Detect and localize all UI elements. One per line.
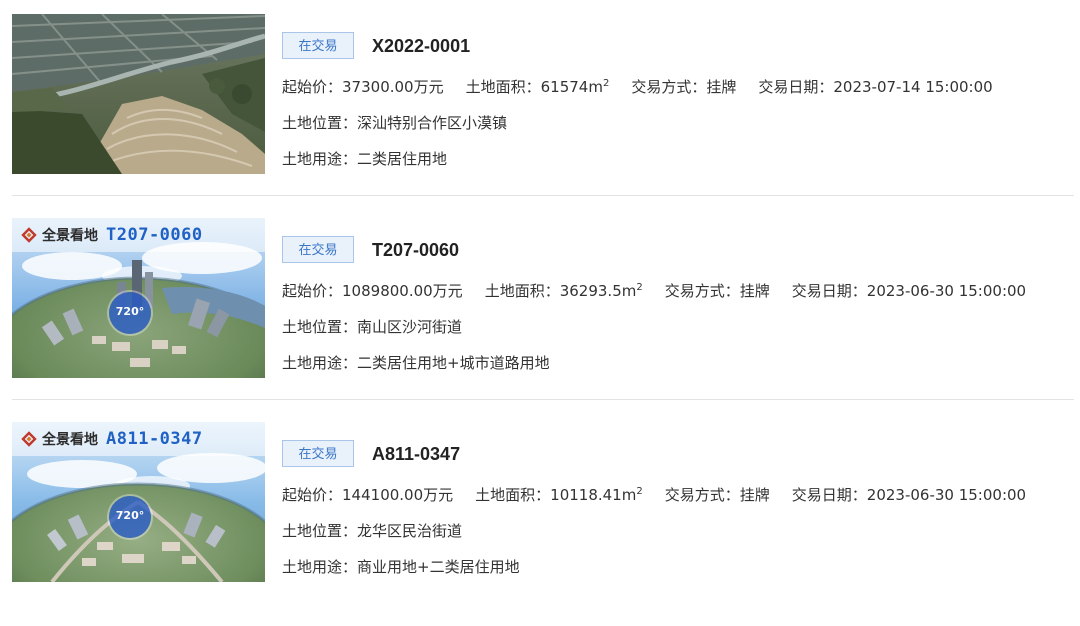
land-location-value: 南山区沙河街道 — [357, 318, 463, 336]
start-price-field: 起始价：1089800.00万元 — [282, 282, 463, 300]
land-location-row: 土地位置：龙华区民治街道 — [282, 522, 463, 540]
land-location-row: 土地位置：深汕特别合作区小漠镇 — [282, 114, 508, 132]
panorama-logo-icon — [21, 431, 37, 447]
panorama-brand: 全景看地 A811-0347 — [20, 428, 203, 450]
status-badge: 在交易 — [282, 32, 354, 59]
land-usage-row: 土地用途：二类居住用地 — [282, 150, 448, 168]
start-price-field: 起始价：37300.00万元 — [282, 78, 444, 96]
land-thumbnail[interactable]: 全景看地 A811-0347 720° — [12, 422, 265, 582]
land-thumbnail[interactable]: 全景看地 T207-0060 720° — [12, 218, 265, 378]
panorama-code: T207-0060 — [106, 225, 203, 245]
listing-meta-row: 起始价：144100.00万元 土地面积：10118.41m2 交易方式：挂牌 交易日… — [282, 484, 1026, 506]
trade-mode-field: 交易方式：挂牌 — [664, 486, 770, 504]
listing-meta-row: 起始价：1089800.00万元 土地面积：36293.5m2 交易方式：挂牌 交易日… — [282, 280, 1026, 302]
land-listing-t207-0060: 全景看地 T207-0060 720° 在交易 T207-0060 起始价：10… — [12, 218, 1074, 422]
land-area-field: 土地面积：61574m2 — [465, 78, 610, 96]
land-thumbnail[interactable] — [12, 14, 265, 174]
land-location-value: 龙华区民治街道 — [357, 522, 463, 540]
panorama-logo-icon — [21, 227, 37, 243]
trade-mode-field: 交易方式：挂牌 — [631, 78, 737, 96]
trade-mode-field: 交易方式：挂牌 — [664, 282, 770, 300]
land-location-row: 土地位置：南山区沙河街道 — [282, 318, 463, 336]
trade-date-field: 交易日期：2023-06-30 15:00:00 — [791, 282, 1027, 300]
land-usage-value: 二类居住用地 — [357, 150, 448, 168]
land-usage-row: 土地用途：商业用地+二类居住用地 — [282, 558, 520, 576]
land-area-field: 土地面积：10118.41m2 — [475, 486, 643, 504]
listing-meta-row: 起始价：37300.00万元 土地面积：61574m2 交易方式：挂牌 交易日期：20… — [282, 76, 993, 98]
panorama-720-icon[interactable]: 720° — [109, 292, 151, 334]
land-code-link[interactable]: X2022-0001 — [372, 33, 470, 60]
land-usage-row: 土地用途：二类居住用地+城市道路用地 — [282, 354, 550, 372]
land-listing-a811-0347: 全景看地 A811-0347 720° 在交易 A811-0347 起始价：14… — [12, 422, 1074, 626]
start-price-field: 起始价：144100.00万元 — [282, 486, 454, 504]
panorama-code: A811-0347 — [106, 429, 203, 449]
land-code-link[interactable]: T207-0060 — [372, 237, 459, 264]
trade-date-field: 交易日期：2023-07-14 15:00:00 — [758, 78, 993, 96]
land-listing-x2022-0001: 在交易 X2022-0001 起始价：37300.00万元 土地面积：61574m… — [12, 14, 1074, 218]
land-code-link[interactable]: A811-0347 — [372, 441, 460, 468]
trade-date-field: 交易日期：2023-06-30 15:00:00 — [791, 486, 1027, 504]
status-badge: 在交易 — [282, 440, 354, 467]
panorama-brand: 全景看地 T207-0060 — [20, 224, 203, 246]
land-usage-value: 二类居住用地+城市道路用地 — [357, 354, 550, 372]
land-location-value: 深汕特别合作区小漠镇 — [357, 114, 508, 132]
land-area-field: 土地面积：36293.5m2 — [484, 282, 643, 300]
listing-separator — [12, 195, 1074, 196]
aerial-wetland-image — [12, 14, 265, 174]
status-badge: 在交易 — [282, 236, 354, 263]
panorama-720-icon[interactable]: 720° — [109, 496, 151, 538]
listing-separator — [12, 399, 1074, 400]
land-usage-value: 商业用地+二类居住用地 — [357, 558, 520, 576]
